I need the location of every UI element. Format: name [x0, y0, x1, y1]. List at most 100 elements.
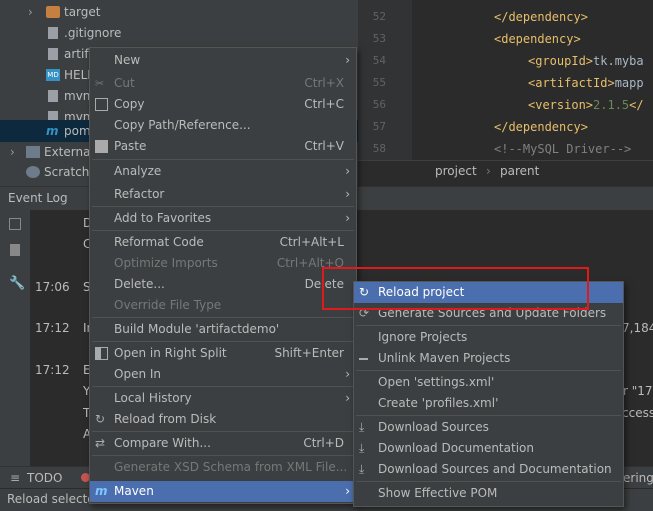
markdown-icon: MD	[46, 69, 60, 81]
menu-separator	[92, 431, 354, 432]
tree-item-label: target	[64, 5, 101, 19]
menu-separator	[92, 455, 354, 456]
menu-item-download-documentation[interactable]: ⤓ Download Documentation	[354, 438, 623, 459]
line-number: 52	[372, 10, 386, 23]
status-text: Reload selecte	[7, 492, 95, 506]
line-number: 55	[372, 76, 386, 89]
menu-item-show-effective-pom[interactable]: Show Effective POM	[354, 483, 623, 504]
code-editor[interactable]: </dependency> <dependency> <groupId>tk.m…	[412, 0, 653, 160]
menu-separator	[92, 317, 354, 318]
log-time: 17:12	[35, 321, 70, 335]
editor-gutter: 52 53 54 55 56 57 58	[358, 0, 412, 160]
code-line: </dependency>	[494, 120, 588, 134]
list-icon: ≡	[10, 471, 21, 485]
maven-submenu: ↻ Reload project ⟳ Generate Sources and Up…	[353, 281, 624, 507]
menu-item-analyze[interactable]: Analyze ›	[90, 161, 356, 182]
library-icon	[26, 146, 40, 158]
menu-separator	[356, 325, 621, 326]
menu-separator	[356, 415, 621, 416]
code-line: <!--MySQL Driver-->	[494, 142, 632, 156]
reload-icon: ↻	[95, 412, 106, 426]
event-log-toolbar: 🔧	[0, 210, 30, 466]
menu-separator	[92, 341, 354, 342]
menu-item-new[interactable]: New ›	[90, 50, 356, 71]
menu-item-download-sources[interactable]: ⤓ Download Sources	[354, 417, 623, 438]
menu-item-copy-path[interactable]: Copy Path/Reference...	[90, 115, 356, 136]
paste-icon	[95, 140, 108, 153]
chevron-right-icon: ›	[345, 164, 350, 178]
menu-item-create-profiles[interactable]: Create 'profiles.xml'	[354, 393, 623, 414]
minus-icon	[359, 358, 368, 360]
menu-item-optimize-imports[interactable]: Optimize Imports Ctrl+Alt+O	[90, 253, 356, 274]
download-icon: ⤓	[359, 462, 365, 476]
menu-separator	[92, 159, 354, 160]
file-icon	[48, 48, 58, 60]
line-number: 56	[372, 98, 386, 111]
tree-item-target[interactable]: › target	[0, 1, 358, 23]
copy-icon	[95, 98, 108, 111]
code-line: <version>2.1.5</	[528, 98, 644, 112]
menu-item-compare-with[interactable]: ⇄ Compare With... Ctrl+D	[90, 433, 356, 454]
menu-item-open-settings[interactable]: Open 'settings.xml'	[354, 372, 623, 393]
download-icon: ⤓	[359, 441, 365, 455]
code-line: <groupId>tk.myba	[528, 54, 644, 68]
maven-icon: m	[95, 484, 108, 498]
annotation-highlight-box	[322, 267, 589, 310]
log-text: 7,184	[622, 321, 653, 335]
menu-item-override-file-type[interactable]: Override File Type	[90, 295, 356, 316]
menu-separator	[356, 370, 621, 371]
menu-item-reformat-code[interactable]: Reformat Code Ctrl+Alt+L	[90, 232, 356, 253]
code-line: <artifactId>mapp	[528, 76, 644, 90]
breadcrumb-item[interactable]: parent	[500, 164, 539, 178]
line-number: 57	[372, 120, 386, 133]
check-icon[interactable]	[9, 218, 21, 230]
code-line: </dependency>	[494, 10, 588, 24]
compare-icon: ⇄	[95, 436, 106, 450]
menu-item-generate-xsd[interactable]: Generate XSD Schema from XML File...	[90, 457, 356, 478]
line-number: 54	[372, 54, 386, 67]
menu-item-unlink-maven-projects[interactable]: Unlink Maven Projects	[354, 348, 623, 369]
menu-item-maven[interactable]: m Maven ›	[90, 481, 356, 502]
file-icon	[48, 27, 58, 39]
file-icon	[48, 90, 58, 102]
chevron-right-icon: ›	[486, 164, 491, 178]
menu-separator	[92, 230, 354, 231]
chevron-right-icon[interactable]: ›	[28, 1, 33, 23]
todo-tab[interactable]: TODO	[27, 471, 62, 485]
menu-item-download-sources-docs[interactable]: ⤓ Download Sources and Documentation	[354, 459, 623, 480]
folder-icon	[46, 6, 60, 18]
menu-item-local-history[interactable]: Local History ›	[90, 388, 356, 409]
log-text: ccess (	[622, 406, 653, 420]
chevron-right-icon: ›	[345, 211, 350, 225]
tree-item-label: .gitignore	[64, 26, 122, 40]
wrench-icon[interactable]: 🔧	[9, 276, 25, 291]
menu-separator	[92, 386, 354, 387]
menu-item-open-in[interactable]: Open In ›	[90, 364, 356, 385]
chevron-right-icon[interactable]: ›	[10, 141, 15, 163]
menu-item-open-right-split[interactable]: Open in Right Split Shift+Enter	[90, 343, 356, 364]
tool-tab[interactable]: ering	[623, 471, 653, 485]
chevron-right-icon: ›	[345, 391, 350, 405]
tree-item-gitignore[interactable]: .gitignore	[0, 22, 358, 44]
menu-item-add-to-favorites[interactable]: Add to Favorites ›	[90, 208, 356, 229]
download-icon: ⤓	[359, 420, 365, 434]
log-text: r "17	[623, 384, 653, 398]
menu-item-ignore-projects[interactable]: Ignore Projects	[354, 327, 623, 348]
maven-icon: m	[46, 124, 59, 138]
chevron-right-icon: ›	[345, 187, 350, 201]
menu-item-paste[interactable]: Paste Ctrl+V	[90, 136, 356, 157]
log-time: 17:06	[35, 280, 70, 294]
menu-separator	[356, 481, 621, 482]
menu-item-cut[interactable]: ✂ Cut Ctrl+X	[90, 73, 356, 94]
trash-icon[interactable]	[10, 244, 20, 256]
menu-item-delete[interactable]: Delete... Delete	[90, 274, 356, 295]
menu-item-reload-from-disk[interactable]: ↻ Reload from Disk	[90, 409, 356, 430]
code-line: <dependency>	[494, 32, 581, 46]
split-icon	[95, 347, 108, 360]
menu-item-refactor[interactable]: Refactor ›	[90, 184, 356, 205]
menu-item-copy[interactable]: Copy Ctrl+C	[90, 94, 356, 115]
menu-item-build-module[interactable]: Build Module 'artifactdemo'	[90, 319, 356, 340]
log-time: 17:12	[35, 363, 70, 377]
chevron-right-icon: ›	[345, 53, 350, 67]
breadcrumb-item[interactable]: project	[435, 164, 477, 178]
